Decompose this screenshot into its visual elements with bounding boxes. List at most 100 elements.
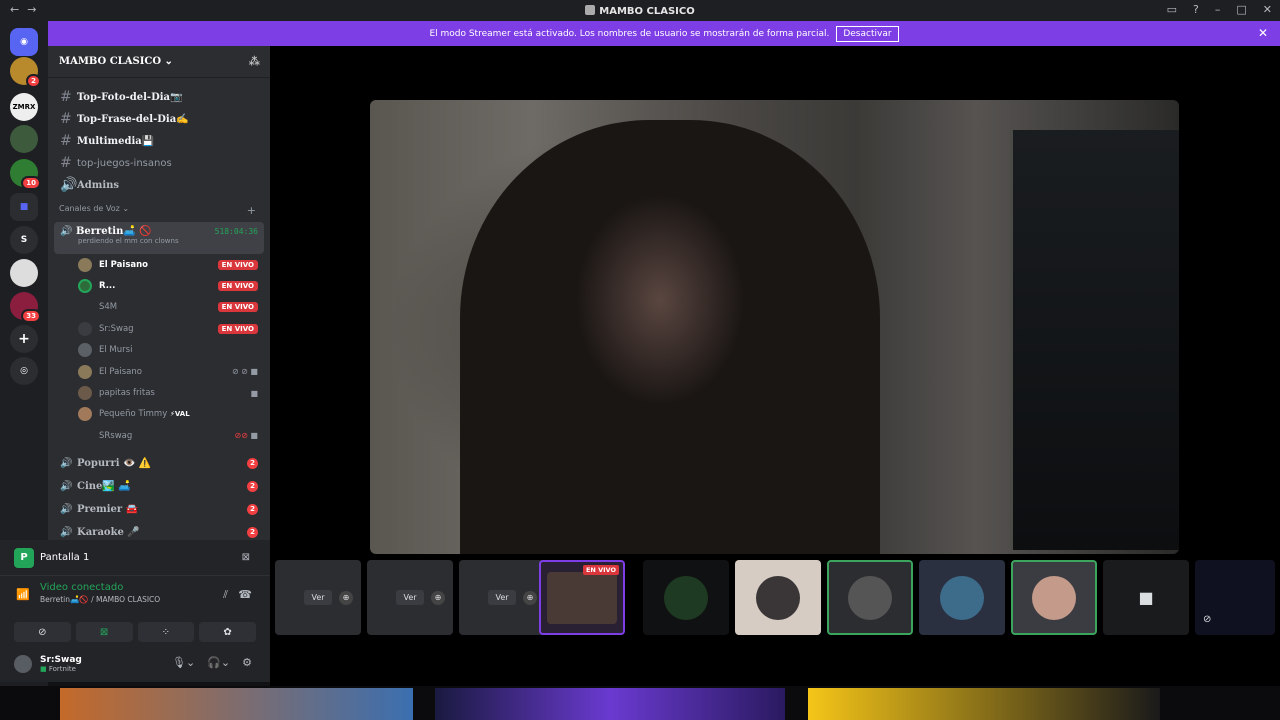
server-icon[interactable] <box>10 125 38 153</box>
game-icon: ■ <box>40 665 47 673</box>
discord-home-icon[interactable]: ◉ <box>10 28 38 56</box>
signal-icon: 📶 <box>16 588 30 601</box>
participant-tile[interactable] <box>1011 560 1097 635</box>
channel-multimedia[interactable]: # Multimedia💾 <box>48 130 270 152</box>
avatar <box>78 279 92 294</box>
hash-icon: # <box>60 155 72 171</box>
view-button[interactable]: Ver <box>304 590 332 605</box>
voice-user[interactable]: papitas fritas ■ <box>48 382 270 403</box>
server-icon[interactable]: 10 <box>10 159 41 190</box>
avatar <box>940 575 984 620</box>
voice-user[interactable]: Pequeño Timmy ⚡VAL <box>48 404 270 425</box>
zoom-icon[interactable]: ⊕ <box>431 591 445 605</box>
voice-user[interactable]: S4M EN VIVO <box>48 297 270 318</box>
camera-off-button[interactable]: ⊘ <box>14 622 71 642</box>
participant-tile[interactable]: Ver ⊕ <box>275 560 361 635</box>
participant-tile[interactable]: ■ <box>1103 560 1189 635</box>
avatar <box>78 364 92 379</box>
voice-user[interactable]: El Mursi <box>48 340 270 361</box>
close-stream-icon[interactable]: ⊠ <box>242 552 250 563</box>
speaker-icon: 🔊 <box>60 480 73 492</box>
view-button[interactable]: Ver <box>396 590 424 605</box>
deafened-camera-icons: ⊘⊘ ■ <box>234 431 258 441</box>
add-channel-icon[interactable]: + <box>247 204 256 217</box>
microphone-icon[interactable]: 🎙⌄ <box>172 656 195 669</box>
avatar <box>1032 575 1076 620</box>
participant-tile[interactable]: ⊘ <box>1195 560 1275 635</box>
title-bar: ←→ MAMBO CLASICO ▭ ? – □ ✕ <box>0 0 1280 21</box>
game-art <box>808 688 1160 720</box>
zoom-icon[interactable]: ⊕ <box>339 591 353 605</box>
voice-channel-popurri[interactable]: 🔊 Popurri 👁️ ⚠️ 2 <box>48 452 270 475</box>
voice-channel-premier[interactable]: 🔊 Premier 🚘 2 <box>48 498 270 521</box>
voice-user[interactable]: Sr:Swag EN VIVO <box>48 318 270 339</box>
maximize-button[interactable]: □ <box>1236 3 1246 16</box>
activities-button[interactable]: ⁘ <box>137 622 195 642</box>
noise-suppression-icon[interactable]: ⫽ <box>223 588 228 602</box>
speaker-icon: 🔊 <box>60 226 73 237</box>
voice-user[interactable]: R... EN VIVO <box>48 275 270 296</box>
camera-icon: ■ <box>250 388 258 398</box>
screen-share-off-icon[interactable]: ⊘ <box>1203 614 1211 625</box>
close-icon[interactable]: ✕ <box>1258 26 1268 40</box>
voice-user[interactable]: El Paisano ⊘ ⊘ ■ <box>48 361 270 382</box>
participant-tile[interactable]: EN VIVO <box>539 560 625 635</box>
help-icon[interactable]: ? <box>1193 3 1199 16</box>
add-server-icon[interactable]: + <box>10 325 38 353</box>
avatar <box>78 300 92 315</box>
voice-category[interactable]: Canales de Voz ⌄ + <box>48 196 270 222</box>
voice-user[interactable]: El Paisano EN VIVO <box>48 254 270 275</box>
avatar <box>78 343 92 358</box>
muted-camera-icons: ⊘ ⊘ ■ <box>231 367 258 377</box>
minimize-button[interactable]: – <box>1215 3 1221 16</box>
avatar <box>78 407 92 422</box>
participant-tile[interactable] <box>919 560 1005 635</box>
participant-strip: Ver ⊕ Ver ⊕ Ver ⊕ EN VIVO ■ ⊘ <box>275 560 1280 635</box>
disconnect-icon[interactable]: ☎ <box>238 588 252 601</box>
server-icon[interactable] <box>10 259 38 287</box>
avatar[interactable] <box>14 655 32 673</box>
voice-connection: 📶 Video conectado Berretin🛋️🚫 / MAMBO CL… <box>16 582 252 604</box>
channel-top-foto[interactable]: # Top-Foto-del-Dia📷 <box>48 86 270 108</box>
channel-admins[interactable]: 🔊 Admins <box>48 174 270 196</box>
server-icon[interactable]: ZMRX <box>10 93 38 121</box>
inbox-icon[interactable]: ▭ <box>1167 3 1177 16</box>
voice-user[interactable]: SRswag ⊘⊘ ■ <box>48 425 270 446</box>
avatar <box>848 575 892 620</box>
headphones-icon[interactable]: 🎧⌄ <box>207 656 230 669</box>
user-area: Sr:Swag ■ Fortnite 🎙⌄ 🎧⌄ ⚙ <box>0 646 270 682</box>
gear-icon[interactable]: ⚙ <box>242 656 252 669</box>
close-button[interactable]: ✕ <box>1263 3 1272 16</box>
server-icon[interactable]: S <box>10 226 38 254</box>
active-voice-channel[interactable]: 🔊 Berretin🛋️ 🚫 518:04:36 perdiendo el mm… <box>54 222 264 254</box>
hash-icon: # <box>60 111 72 127</box>
folder-icon[interactable]: ■ <box>10 193 38 221</box>
participant-tile[interactable] <box>735 560 821 635</box>
channel-top-frase[interactable]: # Top-Frase-del-Dia✍️ <box>48 108 270 130</box>
participant-tile[interactable] <box>643 560 729 635</box>
camera-icon: ■ <box>1138 588 1154 607</box>
disable-streamer-button[interactable]: Desactivar <box>836 25 899 42</box>
add-member-icon[interactable]: ⁂ <box>249 55 260 68</box>
guild-header[interactable]: MAMBO CLASICO ⌄ ⁂ <box>48 46 270 78</box>
server-icon[interactable]: 2 <box>10 57 41 88</box>
soundboard-button[interactable]: ✿ <box>199 622 256 642</box>
zoom-icon[interactable]: ⊕ <box>523 591 537 605</box>
stream-preview-row[interactable]: P Pantalla 1 ⊠ <box>0 540 270 576</box>
screen-share-button[interactable]: ⊠ <box>75 622 133 642</box>
stream-content-strip <box>0 686 1280 720</box>
participant-tile[interactable]: Ver ⊕ <box>367 560 453 635</box>
voice-channel-karaoke[interactable]: 🔊 Karaoke 🎤 2 <box>48 521 270 540</box>
server-icon[interactable]: 33 <box>10 292 41 323</box>
focused-video[interactable] <box>370 100 1179 554</box>
participant-tile[interactable]: Ver ⊕ <box>459 560 545 635</box>
discover-icon[interactable]: ◎ <box>10 357 38 385</box>
voice-channel-cine[interactable]: 🔊 Cine🏞️ 🛋️ 2 <box>48 475 270 498</box>
channel-top-juegos[interactable]: # top-juegos-insanos <box>48 152 270 174</box>
avatar <box>78 257 92 272</box>
stream-thumbnail: P <box>14 547 34 568</box>
video-person <box>460 120 880 554</box>
avatar <box>547 571 617 624</box>
participant-tile[interactable] <box>827 560 913 635</box>
view-button[interactable]: Ver <box>488 590 516 605</box>
